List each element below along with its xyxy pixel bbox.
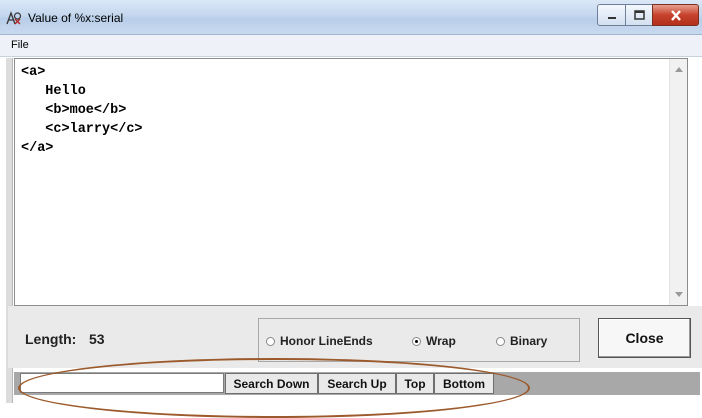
value-text-area[interactable]: <a> Hello <b>moe</b> <c>larry</c> </a>: [14, 58, 688, 306]
text-line: </a>: [21, 141, 54, 156]
text-line: <a>: [21, 65, 46, 80]
close-button[interactable]: Close: [598, 318, 691, 358]
text-line: <b>moe</b>: [21, 103, 127, 118]
text-line: Hello: [21, 84, 86, 99]
radio-button[interactable]: [496, 336, 505, 346]
minimize-button[interactable]: [597, 4, 627, 26]
radio-button[interactable]: [266, 336, 275, 346]
search-input[interactable]: [20, 373, 224, 393]
radio-wrap[interactable]: Wrap: [412, 334, 456, 348]
radio-label: Wrap: [426, 334, 456, 348]
close-icon: [670, 9, 681, 21]
menu-file[interactable]: File: [11, 39, 29, 51]
length-value: 53: [89, 331, 105, 347]
text-line: <c>larry</c>: [21, 122, 143, 137]
maximize-button[interactable]: [625, 4, 654, 26]
radio-button-selected[interactable]: [412, 336, 421, 346]
radio-honor-lineends[interactable]: Honor LineEnds: [266, 334, 373, 348]
radio-label: Honor LineEnds: [280, 334, 373, 348]
value-text[interactable]: <a> Hello <b>moe</b> <c>larry</c> </a>: [15, 59, 687, 158]
top-button[interactable]: Top: [396, 373, 434, 394]
title-bar[interactable]: Value of %x:serial: [0, 0, 702, 35]
close-window-button[interactable]: [652, 4, 699, 26]
search-down-button[interactable]: Search Down: [225, 373, 318, 394]
app-icon: [6, 11, 22, 25]
vertical-scrollbar[interactable]: [669, 59, 687, 305]
window-title: Value of %x:serial: [28, 11, 124, 25]
minimize-icon: [608, 17, 616, 19]
radio-label: Binary: [510, 334, 548, 348]
bottom-button[interactable]: Bottom: [434, 373, 494, 394]
maximize-icon: [634, 10, 645, 20]
scroll-down-arrow-icon[interactable]: [675, 292, 683, 297]
menu-bar: File: [0, 35, 702, 57]
scroll-up-arrow-icon[interactable]: [675, 67, 683, 72]
options-group: Honor LineEnds Wrap Binary: [258, 318, 580, 362]
search-up-button[interactable]: Search Up: [318, 373, 396, 394]
radio-binary[interactable]: Binary: [496, 334, 547, 348]
app-window: Value of %x:serial File <a> Hello <b>moe…: [0, 0, 702, 418]
length-label: Length:: [25, 331, 77, 347]
